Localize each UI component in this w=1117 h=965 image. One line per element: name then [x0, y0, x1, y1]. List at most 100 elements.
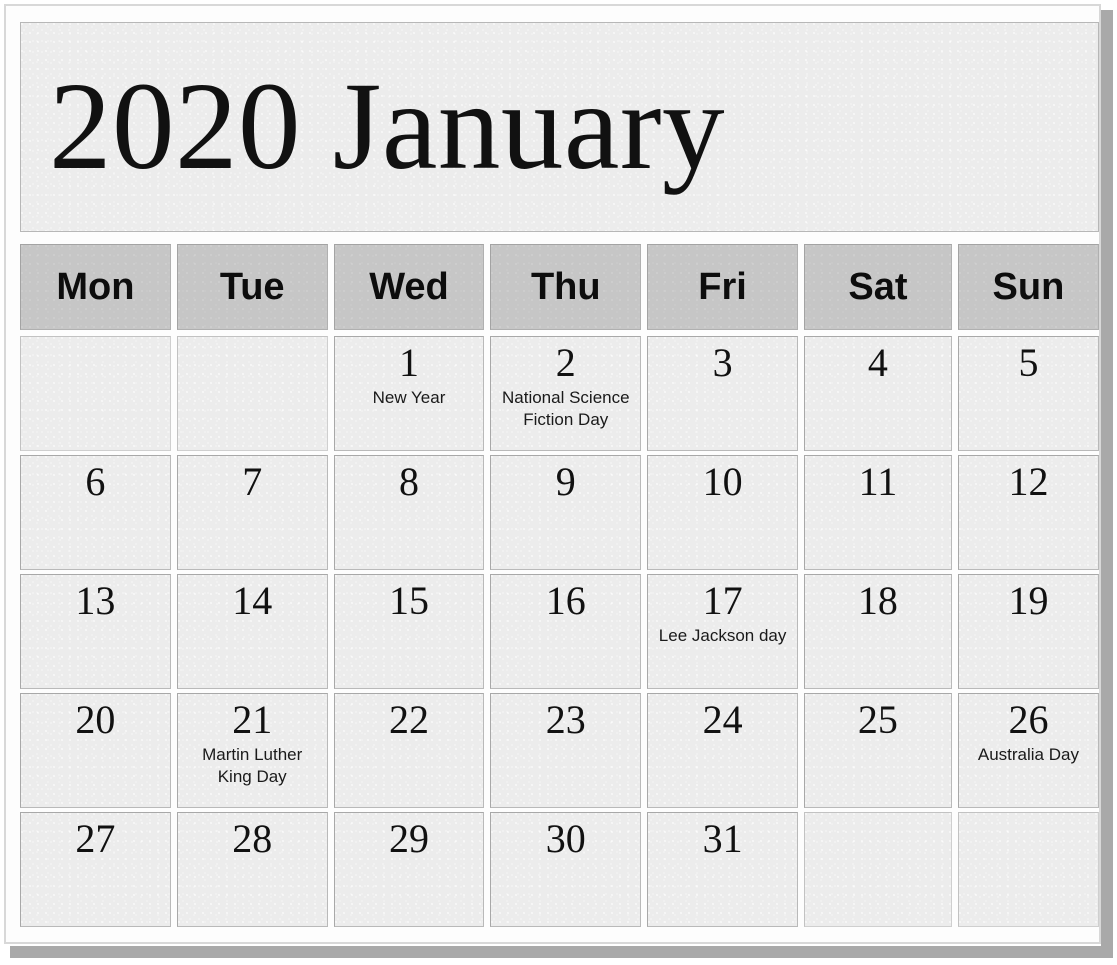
day-number: 6	[85, 459, 106, 504]
day-cell[interactable]: 21 Martin Luther King Day	[176, 693, 328, 808]
day-number: 18	[857, 578, 898, 623]
day-number: 10	[702, 459, 743, 504]
day-cell[interactable]: 1 New Year	[333, 336, 485, 451]
week-row: 13 14 15 16 17 Lee Jackson day 18 19	[20, 574, 1099, 689]
weekday-header-sat: Sat	[803, 244, 952, 330]
day-cell[interactable]: 13	[20, 574, 171, 689]
week-row: 20 21 Martin Luther King Day 22 23 24 25 26 Aust…	[20, 693, 1099, 808]
day-cell[interactable]: 28	[176, 812, 328, 927]
day-number: 25	[857, 697, 898, 742]
day-number: 7	[242, 459, 263, 504]
weekday-header-label: Fri	[698, 265, 747, 308]
day-number: 5	[1018, 340, 1039, 385]
day-number: 23	[545, 697, 586, 742]
weekday-header-fri: Fri	[647, 244, 798, 330]
weekday-header-label: Sat	[848, 265, 908, 308]
day-cell[interactable]: 14	[176, 574, 328, 689]
day-cell[interactable]: 25	[803, 693, 952, 808]
day-number: 29	[388, 816, 429, 861]
day-number	[805, 813, 951, 819]
day-number: 16	[545, 578, 586, 623]
weekday-header-sun: Sun	[957, 244, 1099, 330]
day-cell[interactable]: 29	[333, 812, 485, 927]
day-cell[interactable]: 23	[490, 693, 642, 808]
weekday-header-row: Mon Tue Wed Thu Fri Sat Sun	[20, 244, 1099, 330]
day-number	[178, 337, 327, 343]
day-cell[interactable]: 22	[333, 693, 485, 808]
day-number: 26	[1008, 697, 1049, 742]
day-cell[interactable]: 30	[490, 812, 642, 927]
day-number: 22	[388, 697, 429, 742]
day-cell[interactable]: 16	[490, 574, 642, 689]
day-number: 2	[555, 340, 576, 385]
day-number: 4	[867, 340, 888, 385]
page-title: 2020 January	[49, 57, 725, 196]
day-number: 27	[75, 816, 116, 861]
day-number: 9	[555, 459, 576, 504]
day-grid: 1 New Year 2 National Science Fiction Day 3 4…	[20, 336, 1099, 938]
day-number: 21	[232, 697, 273, 742]
day-cell[interactable]: 24	[647, 693, 798, 808]
day-cell[interactable]: 2 National Science Fiction Day	[490, 336, 642, 451]
day-cell-empty	[803, 812, 952, 927]
day-cell[interactable]: 27	[20, 812, 171, 927]
day-number: 13	[75, 578, 116, 623]
day-cell[interactable]: 31	[647, 812, 798, 927]
weekday-header-wed: Wed	[333, 244, 485, 330]
day-number: 24	[702, 697, 743, 742]
weekday-header-label: Sun	[992, 265, 1065, 308]
day-cell[interactable]: 18	[803, 574, 952, 689]
day-number: 14	[232, 578, 273, 623]
day-cell-empty	[20, 336, 171, 451]
day-event-label: Australia Day	[977, 745, 1079, 764]
day-cell[interactable]: 7	[176, 455, 328, 570]
day-event-label: Lee Jackson day	[658, 626, 787, 645]
day-number: 20	[75, 697, 116, 742]
calendar-title-banner: 2020 January	[20, 22, 1099, 232]
day-cell[interactable]: 3	[647, 336, 798, 451]
day-number: 11	[858, 459, 898, 504]
weekday-header-thu: Thu	[490, 244, 642, 330]
calendar-grid: 2020 January Mon Tue Wed Thu Fri Sat Sun 1 New …	[16, 16, 1103, 944]
calendar-frame: 2020 January Mon Tue Wed Thu Fri Sat Sun 1 New …	[4, 4, 1101, 944]
week-row: 1 New Year 2 National Science Fiction Day 3 4…	[20, 336, 1099, 451]
day-cell[interactable]: 19	[957, 574, 1099, 689]
day-number	[21, 337, 170, 343]
day-cell[interactable]: 10	[647, 455, 798, 570]
day-cell[interactable]: 5	[957, 336, 1099, 451]
day-number: 1	[398, 340, 419, 385]
day-number: 8	[398, 459, 419, 504]
day-cell[interactable]: 6	[20, 455, 171, 570]
weekday-header-label: Tue	[219, 265, 285, 308]
day-number: 17	[702, 578, 743, 623]
day-number: 30	[545, 816, 586, 861]
weekday-header-tue: Tue	[176, 244, 328, 330]
day-cell-empty	[957, 812, 1099, 927]
week-row: 6 7 8 9 10 11 12	[20, 455, 1099, 570]
day-cell[interactable]: 20	[20, 693, 171, 808]
day-number: 19	[1008, 578, 1049, 623]
day-number: 12	[1008, 459, 1049, 504]
day-cell[interactable]: 26 Australia Day	[957, 693, 1099, 808]
day-event-label: New Year	[372, 388, 446, 407]
week-row: 27 28 29 30 31	[20, 812, 1099, 927]
day-number: 15	[388, 578, 429, 623]
day-cell[interactable]: 17 Lee Jackson day	[647, 574, 798, 689]
day-cell-empty	[176, 336, 328, 451]
day-number: 31	[702, 816, 743, 861]
day-cell[interactable]: 15	[333, 574, 485, 689]
day-cell[interactable]: 9	[490, 455, 642, 570]
day-cell[interactable]: 12	[957, 455, 1099, 570]
weekday-header-label: Thu	[530, 265, 601, 308]
weekday-header-mon: Mon	[20, 244, 171, 330]
day-cell[interactable]: 4	[803, 336, 952, 451]
weekday-header-label: Mon	[56, 265, 135, 308]
day-event-label: National Science Fiction Day	[502, 388, 630, 429]
day-number: 28	[232, 816, 273, 861]
day-number: 3	[712, 340, 733, 385]
day-number	[959, 813, 1098, 819]
day-cell[interactable]: 11	[803, 455, 952, 570]
day-cell[interactable]: 8	[333, 455, 485, 570]
day-event-label: Martin Luther King Day	[202, 745, 303, 786]
page-shadow-bottom	[10, 946, 1113, 958]
